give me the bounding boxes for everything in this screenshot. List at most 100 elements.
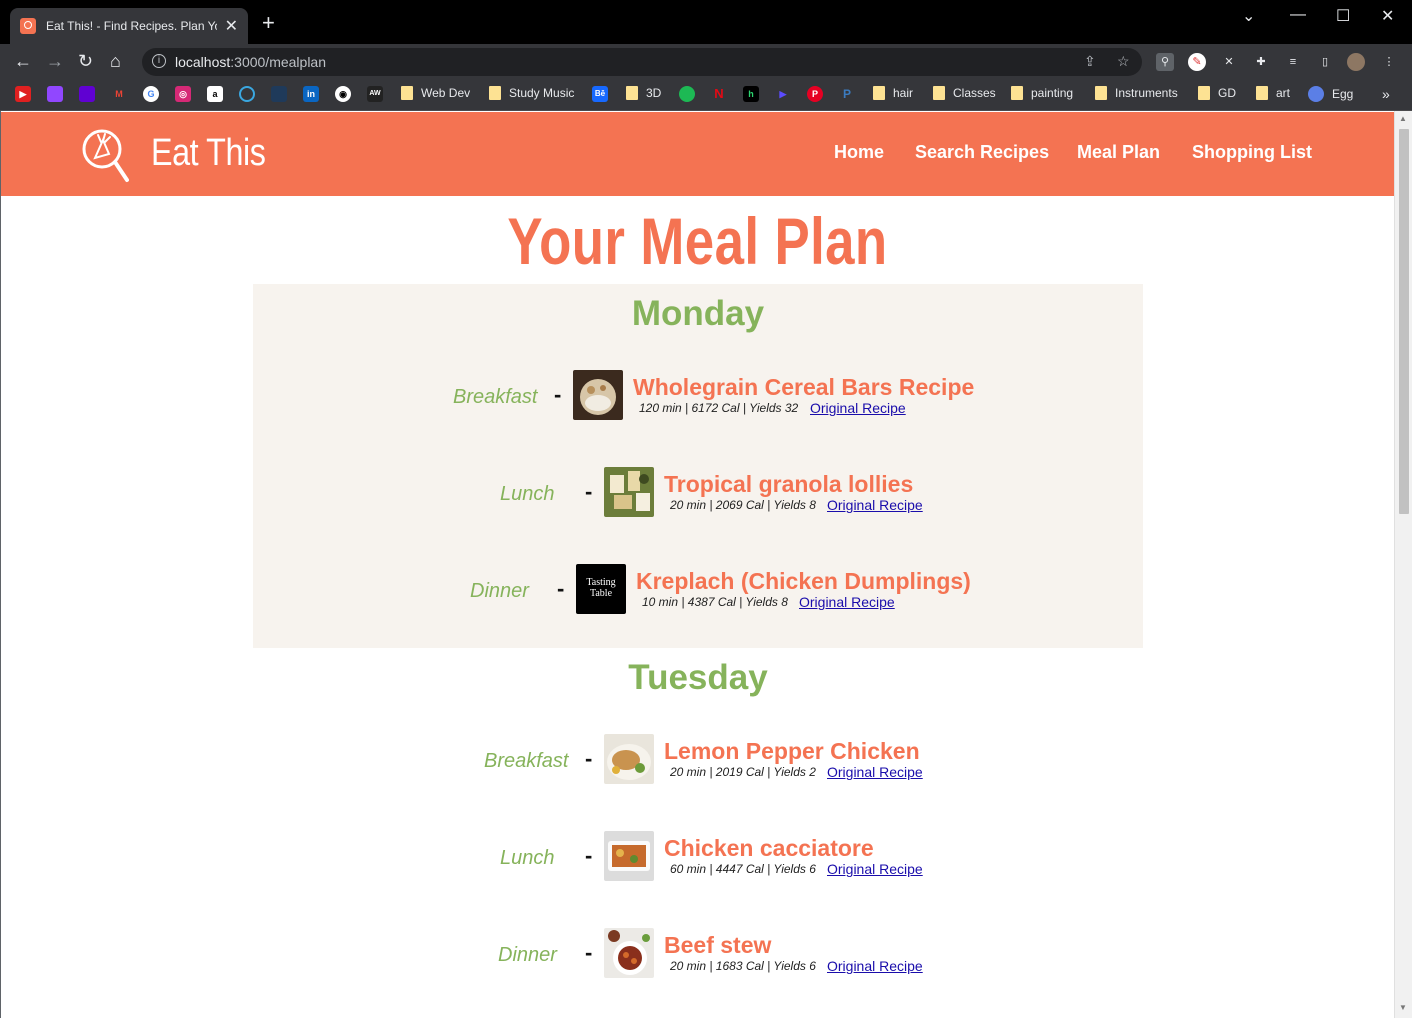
extension-icon[interactable]: ⚲: [1156, 53, 1174, 71]
folder-icon: [1011, 86, 1023, 100]
meal-separator: -: [585, 479, 593, 504]
youtube-icon[interactable]: ▶: [15, 86, 31, 102]
brand-name[interactable]: Eat This: [151, 132, 266, 175]
meal-row: Breakfast - Lemon Pepper Chicken 20 min …: [253, 734, 1143, 786]
dark-bookmark-icon[interactable]: [271, 86, 287, 102]
original-recipe-link[interactable]: Original Recipe: [827, 861, 923, 877]
x-extension-icon[interactable]: ✕: [1220, 53, 1238, 71]
scrollbar-thumb[interactable]: [1399, 129, 1409, 514]
twitch-icon[interactable]: [47, 86, 63, 102]
scroll-down-icon[interactable]: ▼: [1399, 1003, 1407, 1012]
recipe-thumbnail[interactable]: [604, 467, 654, 517]
recipe-thumbnail[interactable]: Tasting Table: [576, 564, 626, 614]
media-icon[interactable]: ≡: [1284, 53, 1302, 71]
bookmark-egg[interactable]: Egg: [1308, 86, 1353, 102]
original-recipe-link[interactable]: Original Recipe: [810, 400, 906, 416]
maximize-icon[interactable]: ☐: [1336, 6, 1350, 26]
netflix-icon[interactable]: N: [711, 86, 727, 102]
bookmark-folder[interactable]: art: [1256, 86, 1290, 100]
bookmark-folder[interactable]: Study Music: [489, 86, 574, 100]
folder-icon: [933, 86, 945, 100]
address-bar[interactable]: i localhost:3000/mealplan ⇪ ☆: [142, 48, 1142, 76]
day-monday: Monday Breakfast - Wholegrain Cereal Bar…: [253, 284, 1143, 648]
day-title: Tuesday: [628, 658, 768, 697]
recipe-title[interactable]: Wholegrain Cereal Bars Recipe: [633, 374, 974, 401]
recipe-meta: 20 min | 2019 Cal | Yields 2: [670, 765, 816, 779]
pinterest-icon[interactable]: P: [807, 86, 823, 102]
recipe-meta: 10 min | 4387 Cal | Yields 8: [642, 595, 788, 609]
reload-icon[interactable]: ↻: [78, 51, 93, 71]
recipe-thumbnail[interactable]: [573, 370, 623, 420]
meal-type: Lunch: [500, 483, 555, 505]
meal-type: Lunch: [500, 847, 555, 869]
bookmark-folder[interactable]: GD: [1198, 86, 1236, 100]
side-panel-icon[interactable]: ▯: [1316, 53, 1334, 71]
yahoo-mail-icon[interactable]: [79, 86, 95, 102]
recipe-thumbnail[interactable]: [604, 734, 654, 784]
vertical-scrollbar[interactable]: ▲ ▼: [1394, 111, 1412, 1018]
color-extension-icon[interactable]: ✎: [1188, 53, 1206, 71]
instagram-icon[interactable]: ◎: [175, 86, 191, 102]
meal-row: Lunch - Chicken cacciatore 60 min | 4447…: [253, 831, 1143, 883]
close-window-icon[interactable]: ✕: [1381, 6, 1394, 26]
tab-search-icon[interactable]: ⌄: [1242, 6, 1255, 26]
site-info-icon[interactable]: i: [152, 54, 166, 68]
nav-meal-plan[interactable]: Meal Plan: [1077, 142, 1160, 163]
bookmark-folder[interactable]: painting: [1011, 86, 1073, 100]
minimize-icon[interactable]: —: [1290, 6, 1306, 24]
share-icon[interactable]: ⇪: [1084, 53, 1096, 70]
gmail-icon[interactable]: M: [111, 86, 127, 102]
paypal-icon[interactable]: P: [839, 86, 855, 102]
h-bookmark-icon[interactable]: h: [743, 86, 759, 102]
recipe-title[interactable]: Beef stew: [664, 932, 771, 959]
recipe-thumbnail[interactable]: [604, 831, 654, 881]
behance-icon[interactable]: Bē: [592, 86, 608, 102]
meal-row: Dinner - Beef stew 20 min | 1683 Cal | Y…: [253, 928, 1143, 980]
linkedin-icon[interactable]: in: [303, 86, 319, 102]
nav-shopping-list[interactable]: Shopping List: [1192, 142, 1312, 163]
bookmark-folder[interactable]: 3D: [626, 86, 661, 100]
spotify-icon[interactable]: [679, 86, 695, 102]
home-icon[interactable]: ⌂: [110, 51, 121, 71]
bookmark-folder[interactable]: Web Dev: [401, 86, 470, 100]
url-text[interactable]: localhost:3000/mealplan: [175, 54, 326, 70]
new-tab-icon[interactable]: +: [262, 12, 275, 34]
meal-separator: -: [554, 382, 562, 407]
nav-home[interactable]: Home: [834, 142, 884, 163]
menu-icon[interactable]: ⋮: [1380, 53, 1398, 71]
google-icon[interactable]: G: [143, 86, 159, 102]
nav-search-recipes[interactable]: Search Recipes: [915, 142, 1049, 163]
folder-icon: [1095, 86, 1107, 100]
logo-magnifier-icon[interactable]: [81, 128, 129, 184]
bookmark-folder[interactable]: hair: [873, 86, 913, 100]
original-recipe-link[interactable]: Original Recipe: [827, 497, 923, 513]
browser-titlebar: Eat This! - Find Recipes. Plan Your ✕ + …: [0, 0, 1412, 44]
original-recipe-link[interactable]: Original Recipe: [799, 594, 895, 610]
original-recipe-link[interactable]: Original Recipe: [827, 764, 923, 780]
day-title: Monday: [631, 294, 765, 333]
profile-avatar[interactable]: [1347, 53, 1365, 71]
recipe-title[interactable]: Lemon Pepper Chicken: [664, 738, 920, 765]
bookmark-folder[interactable]: Classes: [933, 86, 996, 100]
meal-separator: -: [585, 843, 593, 868]
aw-icon[interactable]: AW: [367, 86, 383, 102]
browser-tab[interactable]: Eat This! - Find Recipes. Plan Your ✕: [10, 8, 248, 44]
puzzle-icon[interactable]: ✚: [1252, 53, 1270, 71]
circle-bookmark-icon[interactable]: [239, 86, 255, 102]
original-recipe-link[interactable]: Original Recipe: [827, 958, 923, 974]
recipe-thumbnail[interactable]: [604, 928, 654, 978]
close-tab-icon[interactable]: ✕: [225, 16, 238, 36]
back-icon[interactable]: ←: [14, 51, 32, 71]
recipe-title[interactable]: Tropical granola lollies: [664, 471, 913, 498]
amazon-icon[interactable]: a: [207, 86, 223, 102]
forward-icon[interactable]: →: [46, 51, 64, 71]
scroll-up-icon[interactable]: ▲: [1399, 114, 1407, 123]
page-title: Your Meal Plan: [507, 204, 888, 278]
purple-bookmark-icon[interactable]: ▶: [775, 86, 791, 102]
bookmark-folder[interactable]: Instruments: [1095, 86, 1178, 100]
bookmark-star-icon[interactable]: ☆: [1117, 53, 1130, 70]
recipe-title[interactable]: Kreplach (Chicken Dumplings): [636, 568, 971, 595]
bookmarks-overflow-icon[interactable]: »: [1382, 86, 1390, 102]
recipe-title[interactable]: Chicken cacciatore: [664, 835, 874, 862]
github-icon[interactable]: ◉: [335, 86, 351, 102]
